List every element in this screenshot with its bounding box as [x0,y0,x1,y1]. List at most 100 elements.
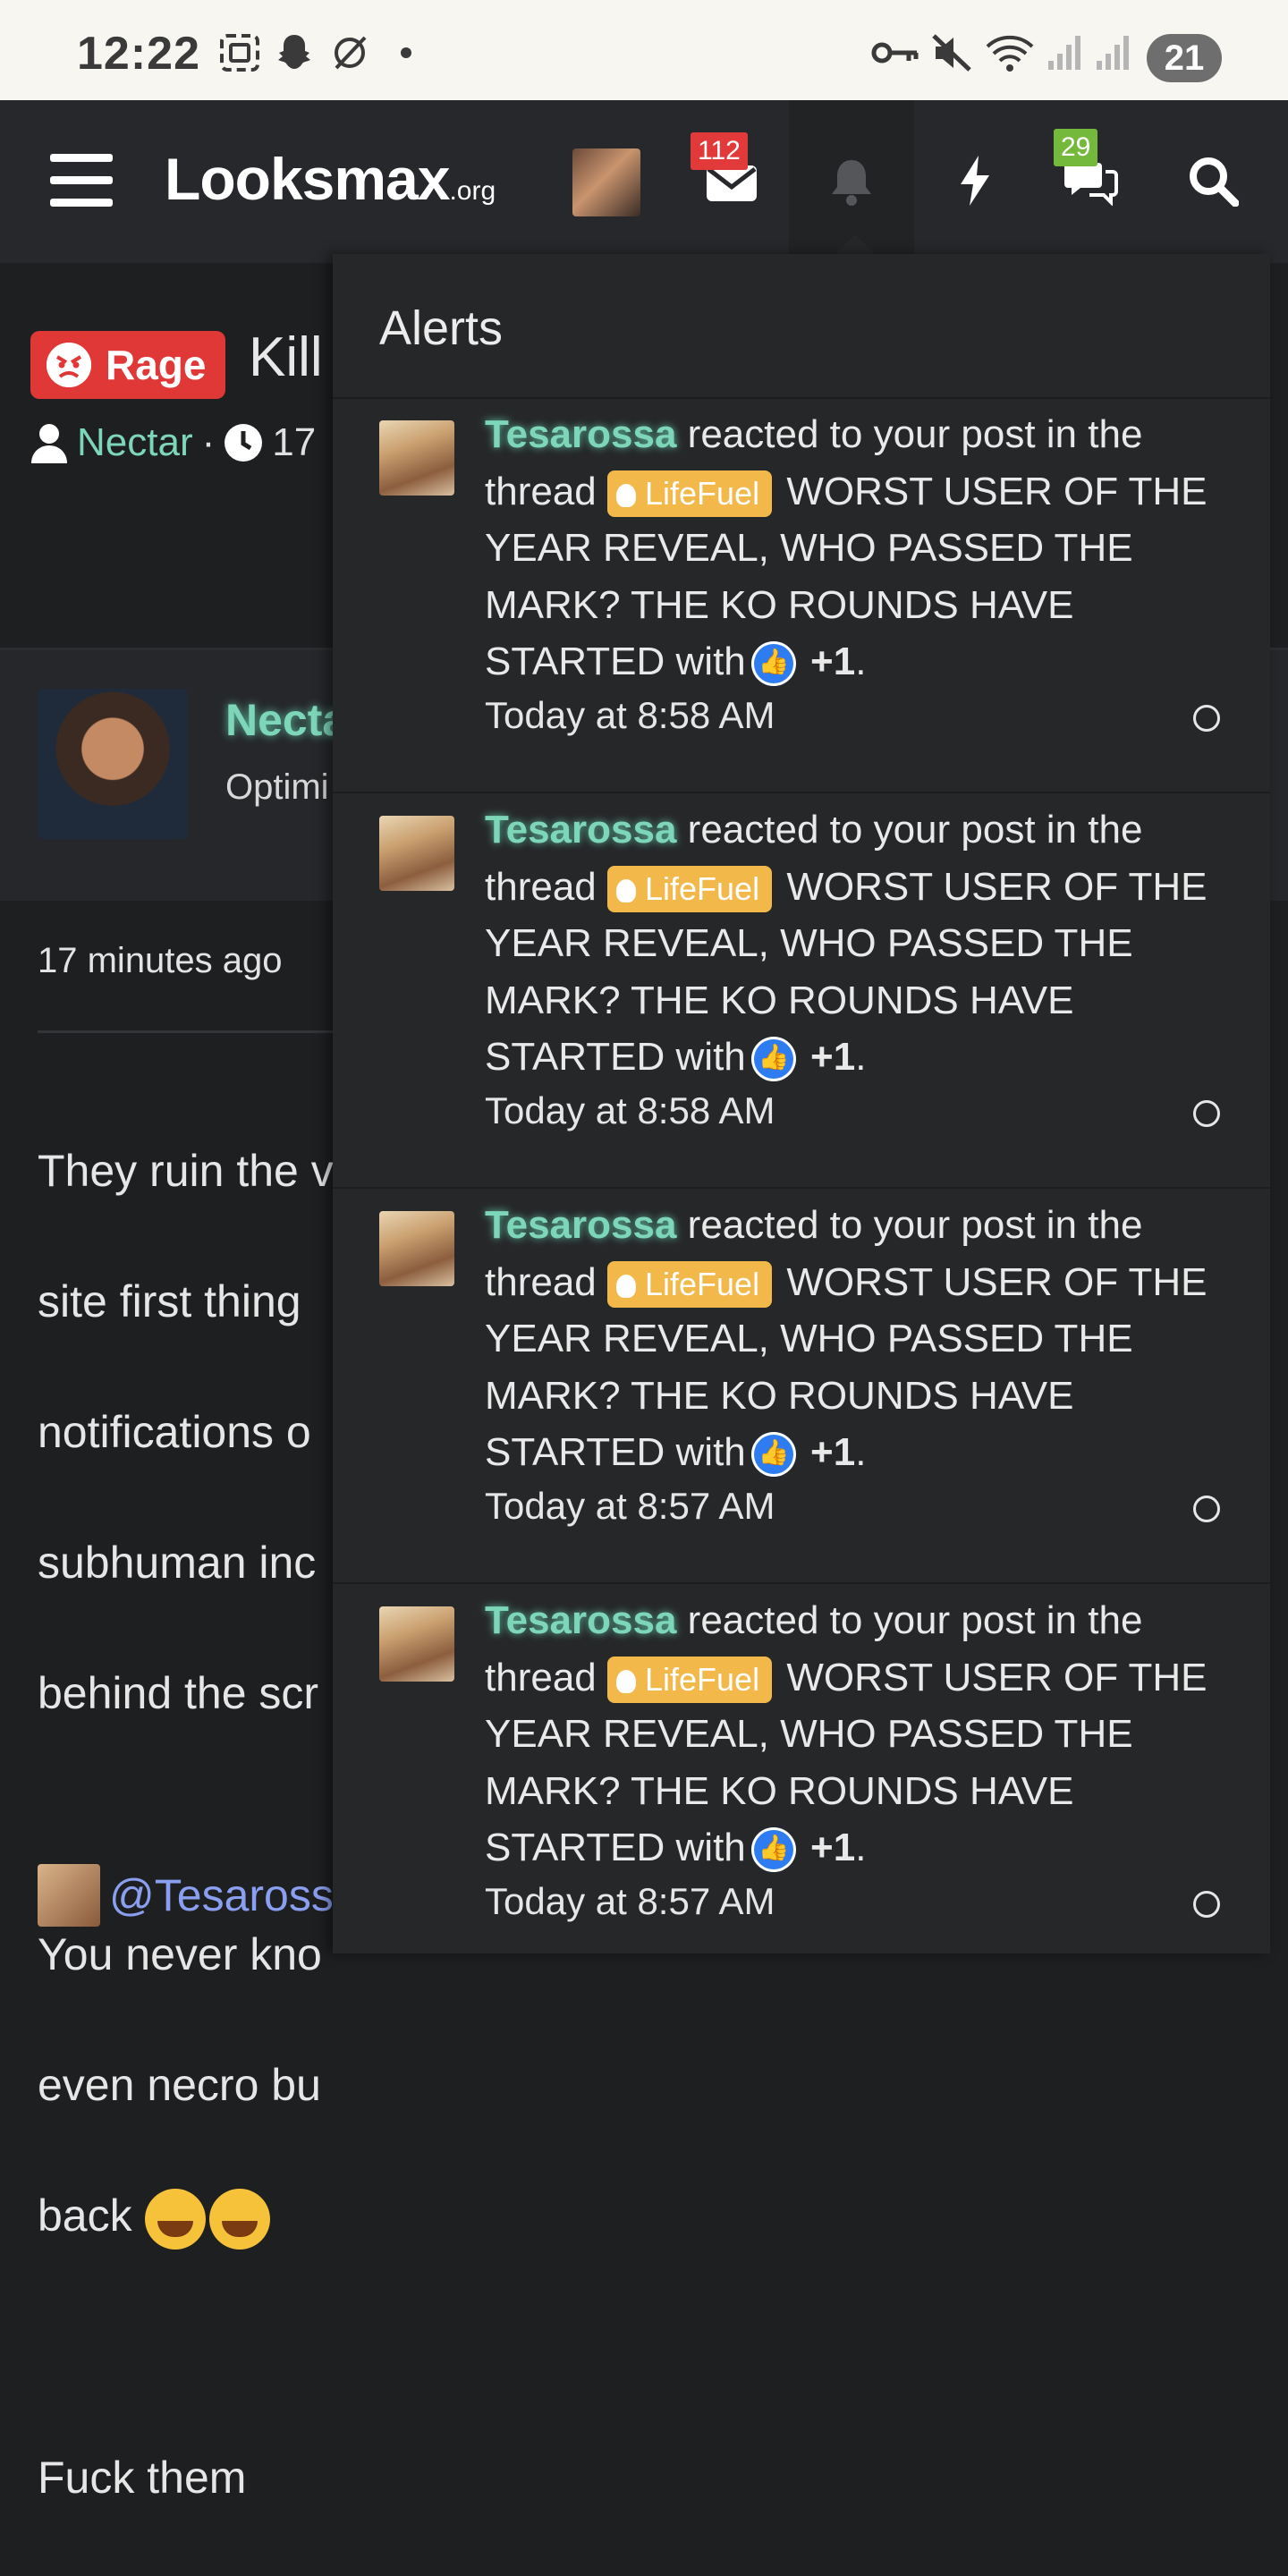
post-author-name[interactable]: Necta [225,694,347,746]
post-line: You never kno [38,1929,322,1979]
alert-end-punct: . [855,1430,867,1474]
mark-read-toggle[interactable] [1193,1891,1220,1918]
prefix-label: LifeFuel [645,869,760,907]
prefix-label: LifeFuel [645,1660,760,1698]
reaction-label: +1 [810,1430,856,1474]
lightbulb-icon [616,1275,636,1299]
mark-read-toggle[interactable] [1193,1100,1220,1127]
post-line: behind the scr [38,1668,319,1718]
thread-prefix-lifefuel: LifeFuel [607,1656,773,1703]
post-line-text: back [38,2190,132,2241]
alert-with-text: with [675,640,746,683]
alert-user-avatar[interactable] [379,1606,454,1682]
alert-text: Tesarossa reacted to your post in the th… [485,801,1236,1086]
alert-username[interactable]: Tesarossa [485,1203,676,1247]
alert-user-avatar[interactable] [379,816,454,891]
inbox-count-badge: 112 [691,132,748,170]
thread-prefix-lifefuel: LifeFuel [607,1260,773,1308]
post-timestamp[interactable]: 17 minutes ago [38,941,283,981]
vpn-key-icon [869,32,919,73]
alerts-caret [834,234,877,256]
alert-user-avatar[interactable] [379,420,454,496]
like-reaction-icon [750,1037,796,1082]
whats-new-button[interactable] [921,127,1029,234]
laughing-emoji-icon [208,2188,270,2250]
search-button[interactable] [1159,127,1267,234]
like-reaction-icon [750,1827,796,1873]
divider [333,1187,1270,1189]
thread-prefix-rage[interactable]: Rage [30,331,226,399]
user-icon [31,424,67,463]
divider [333,1582,1270,1584]
reaction-label: +1 [810,640,856,683]
alert-text: Tesarossa reacted to your post in the th… [485,1197,1236,1481]
snapchat-icon [274,32,315,73]
post-body: They ruin the v site first thing notific… [38,1073,334,2576]
menu-icon[interactable] [50,154,113,208]
alert-item[interactable]: Tesarossa reacted to your post in the th… [333,794,1270,1188]
wifi-icon [984,32,1036,73]
avatar[interactable] [572,148,640,216]
thread-meta: Nectar · 17 [30,420,316,465]
alert-text: Tesarossa reacted to your post in the th… [485,406,1236,691]
alert-with-text: with [675,1430,746,1474]
post-line: subhuman inc [38,1538,317,1588]
no-sync-icon [329,32,370,73]
bolt-icon [961,156,989,206]
prefix-label: LifeFuel [645,1265,760,1302]
mark-read-toggle[interactable] [1193,705,1220,732]
signal-icon [1046,32,1086,73]
chat-count-badge: 29 [1054,129,1098,166]
alerts-panel: Alerts Tesarossa reacted to your post in… [333,254,1270,1953]
mark-read-toggle[interactable] [1193,1496,1220,1522]
signal-icon [1095,32,1134,73]
alert-username[interactable]: Tesarossa [485,1598,676,1642]
divider [333,792,1270,793]
thread-prefix-lifefuel: LifeFuel [607,865,773,912]
angry-face-icon [47,343,91,387]
alert-item[interactable]: Tesarossa reacted to your post in the th… [333,399,1270,792]
user-mention-link[interactable]: @Tesaross [109,1869,334,1921]
thread-author-link[interactable]: Nectar [77,420,193,465]
site-header: Looksmax.org 112 29 [0,100,1288,263]
reaction-label: +1 [810,1035,856,1079]
alert-end-punct: . [855,1035,867,1079]
thread-prefix-lifefuel: LifeFuel [607,470,773,517]
alert-time: Today at 8:57 AM [485,1485,775,1527]
post-author-avatar[interactable] [38,689,188,839]
search-icon [1190,157,1239,207]
alerts-title: Alerts [379,301,504,355]
alert-user-avatar[interactable] [379,1211,454,1286]
thread-prefix-label: Rage [106,342,207,388]
like-reaction-icon [750,1432,796,1478]
lightbulb-icon [616,484,636,508]
alert-end-punct: . [855,1826,867,1869]
bell-icon [832,160,871,206]
site-logo[interactable]: Looksmax.org [165,145,496,213]
reaction-label: +1 [810,1826,856,1869]
status-time: 12:22 [77,28,200,80]
post-line: They ruin the v [38,1146,334,1196]
inbox-button[interactable]: 112 [678,127,785,234]
alert-item[interactable]: Tesarossa reacted to your post in the th… [333,1190,1270,1583]
mute-icon [930,32,973,73]
alert-text: Tesarossa reacted to your post in the th… [485,1592,1236,1877]
conversations-button[interactable]: 29 [1038,127,1145,234]
mention-avatar[interactable] [38,1864,100,1927]
post-line: notifications o [38,1407,311,1457]
alert-item[interactable]: Tesarossa reacted to your post in the th… [333,1585,1270,1979]
alert-username[interactable]: Tesarossa [485,808,676,852]
dot-icon [399,32,413,73]
clock-icon [225,424,263,462]
alert-time: Today at 8:58 AM [485,694,775,736]
alert-time: Today at 8:58 AM [485,1089,775,1131]
alert-with-text: with [675,1035,746,1079]
alert-username[interactable]: Tesarossa [485,412,676,456]
lightbulb-icon [616,879,636,903]
meta-separator: · [201,420,216,464]
lightbulb-icon [616,1670,636,1694]
post-author-role: Optimi [225,767,329,807]
alert-time: Today at 8:57 AM [485,1880,775,1922]
thread-title: Kill [249,326,323,388]
